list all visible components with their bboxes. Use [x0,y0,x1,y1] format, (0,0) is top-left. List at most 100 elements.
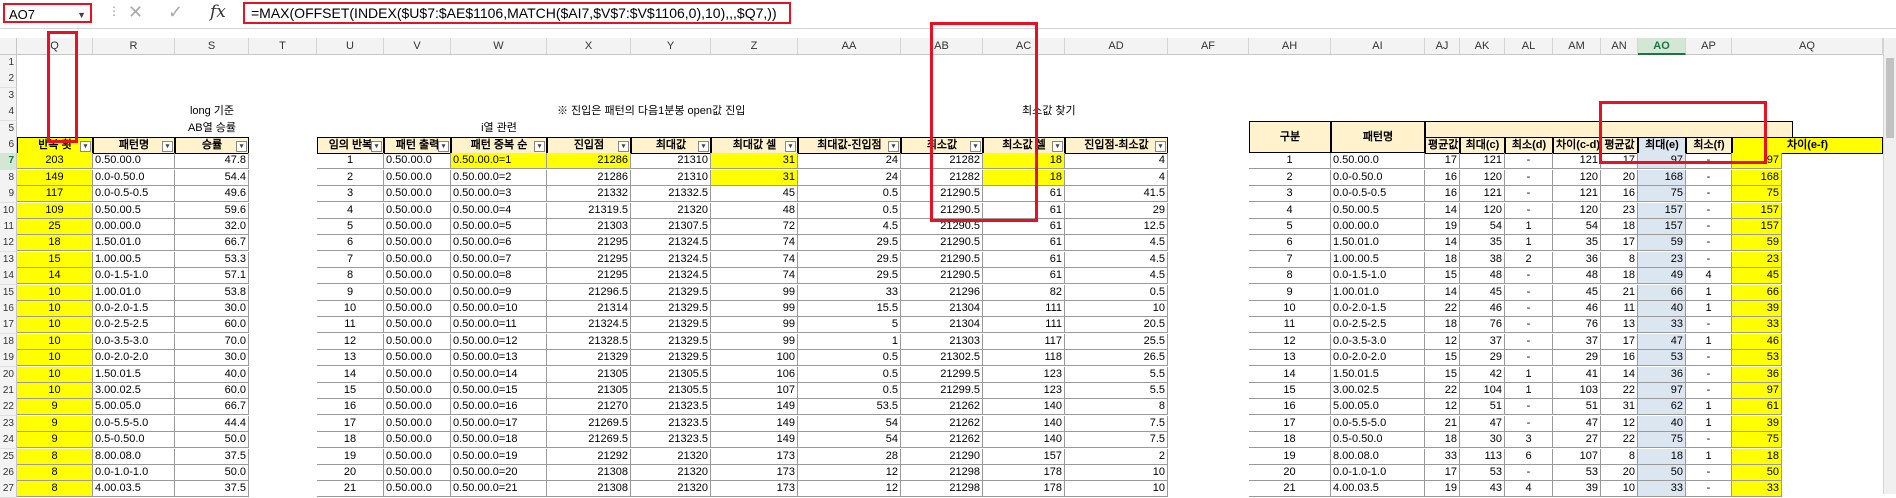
column-title-w[interactable]: 패턴 중복 순 ▾ [451,137,547,154]
cell-z[interactable]: 74 [711,268,798,284]
cell-aq[interactable]: 46 [1732,334,1782,350]
cell-ab[interactable]: 21262 [901,416,983,432]
cell-aj[interactable]: 15 [1425,367,1460,383]
cell-ai[interactable]: 0.0-3.5-3.0 [1331,334,1425,350]
cell-ao[interactable]: 97 [1638,153,1686,169]
cell-ak[interactable]: 104 [1460,383,1505,399]
cell-ac[interactable]: 111 [983,301,1065,317]
column-title-al[interactable]: 최소(d) [1505,137,1553,154]
cell-u[interactable]: 15 [317,383,384,399]
cell-ah[interactable]: 5 [1249,219,1331,235]
cell-y[interactable]: 21320 [631,481,711,497]
cell-u[interactable]: 5 [317,219,384,235]
cell-ak[interactable]: 46 [1460,301,1505,317]
cell-q[interactable]: 10 [17,350,93,366]
cell-ac[interactable]: 18 [983,153,1065,169]
cell-ac[interactable]: 178 [983,481,1065,497]
cell-y[interactable]: 21324.5 [631,252,711,268]
cell-aq[interactable]: 75 [1732,432,1782,448]
cell-x[interactable]: 21305 [547,383,631,399]
cell-y[interactable]: 21329.5 [631,350,711,366]
cell-am[interactable]: 54 [1553,219,1601,235]
cell-aq[interactable]: 23 [1732,252,1782,268]
cell-aa[interactable]: 29.5 [798,252,901,268]
cell-ab[interactable]: 21304 [901,317,983,333]
cell-an[interactable]: 22 [1601,383,1638,399]
cell-aq[interactable]: 61 [1732,399,1782,415]
cell-am[interactable]: 121 [1553,153,1601,169]
column-header-ad[interactable]: AD [1065,38,1168,55]
cell-s[interactable]: 32.0 [175,219,249,235]
row-header[interactable]: 26 [0,465,17,482]
cell-aa[interactable]: 29.5 [798,235,901,251]
cell-ab[interactable]: 21298 [901,465,983,481]
cell-an[interactable]: 17 [1601,334,1638,350]
cell-ap[interactable]: 1 [1686,334,1732,350]
cell-ap[interactable]: - [1686,383,1732,399]
cell-ah[interactable]: 8 [1249,268,1331,284]
cell-ah[interactable]: 14 [1249,367,1331,383]
cell-ao[interactable]: 33 [1638,481,1686,497]
cell-al[interactable]: 1 [1505,383,1553,399]
cell-aj[interactable]: 14 [1425,203,1460,219]
cell-aq[interactable]: 168 [1732,170,1782,186]
cell-v[interactable]: 0.50.00.0 [384,449,451,465]
row-header[interactable]: 7 [0,153,17,170]
cell-ap[interactable]: - [1686,203,1732,219]
column-header-ap[interactable]: AP [1686,38,1732,55]
cell-ab[interactable]: 21304 [901,301,983,317]
cell-ao[interactable]: 49 [1638,268,1686,284]
row-header[interactable]: 4 [0,104,17,121]
cell-x[interactable]: 21270 [547,399,631,415]
cell-ai[interactable]: 0.00.00.0 [1331,219,1425,235]
cell-ai[interactable]: 0.0-5.5-5.0 [1331,416,1425,432]
cell-ap[interactable]: - [1686,235,1732,251]
cell-aj[interactable]: 22 [1425,301,1460,317]
cell-aa[interactable]: 53.5 [798,399,901,415]
cell-ad[interactable]: 41.5 [1065,186,1168,202]
cell-aq[interactable]: 18 [1732,449,1782,465]
column-title-v[interactable]: 패턴 출력 ▾ [384,137,451,154]
cell-z[interactable]: 72 [711,219,798,235]
cell-r[interactable]: 0.50.00.5 [93,203,175,219]
cell-aq[interactable]: 97 [1732,153,1782,169]
cell-r[interactable]: 8.00.08.0 [93,449,175,465]
cell-u[interactable]: 17 [317,416,384,432]
cell-am[interactable]: 47 [1553,416,1601,432]
filter-dropdown-icon[interactable]: ▾ [438,141,449,152]
column-title-aj[interactable]: 평균값 [1425,137,1460,154]
cell-y[interactable]: 21323.5 [631,399,711,415]
cell-ac[interactable]: 61 [983,186,1065,202]
cell-y[interactable]: 21329.5 [631,301,711,317]
cell-x[interactable]: 21319.5 [547,203,631,219]
column-header-ac[interactable]: AC [983,38,1065,55]
cell-z[interactable]: 74 [711,235,798,251]
column-header-aj[interactable]: AJ [1425,38,1460,55]
cell-ap[interactable]: - [1686,465,1732,481]
cell-ai[interactable]: 1.50.01.5 [1331,367,1425,383]
cell-q[interactable]: 10 [17,367,93,383]
cell-ai[interactable]: 0.0-1.0-1.0 [1331,465,1425,481]
cell-x[interactable]: 21324.5 [547,317,631,333]
cell-ac[interactable]: 140 [983,432,1065,448]
cell-u[interactable]: 3 [317,186,384,202]
cell-ao[interactable]: 75 [1638,432,1686,448]
cell-am[interactable]: 107 [1553,449,1601,465]
cell-an[interactable]: 13 [1601,317,1638,333]
cell-w[interactable]: 0.50.00.0=12 [451,334,547,350]
cell-q[interactable]: 9 [17,432,93,448]
cell-u[interactable]: 12 [317,334,384,350]
cell-aa[interactable]: 5 [798,317,901,333]
cell-x[interactable]: 21296.5 [547,285,631,301]
column-header-ao[interactable]: AO [1638,38,1686,55]
cell-ak[interactable]: 121 [1460,153,1505,169]
cell-r[interactable]: 0.0-3.5-3.0 [93,334,175,350]
cell-ah[interactable]: 1 [1249,153,1331,169]
column-header-af[interactable]: AF [1168,38,1249,55]
cell-ab[interactable]: 21302.5 [901,350,983,366]
column-header-ai[interactable]: AI [1331,38,1425,55]
cell-ac[interactable]: 61 [983,235,1065,251]
cell-ap[interactable]: - [1686,219,1732,235]
cell-r[interactable]: 4.00.03.5 [93,481,175,497]
cell-r[interactable]: 0.5-0.50.0 [93,432,175,448]
